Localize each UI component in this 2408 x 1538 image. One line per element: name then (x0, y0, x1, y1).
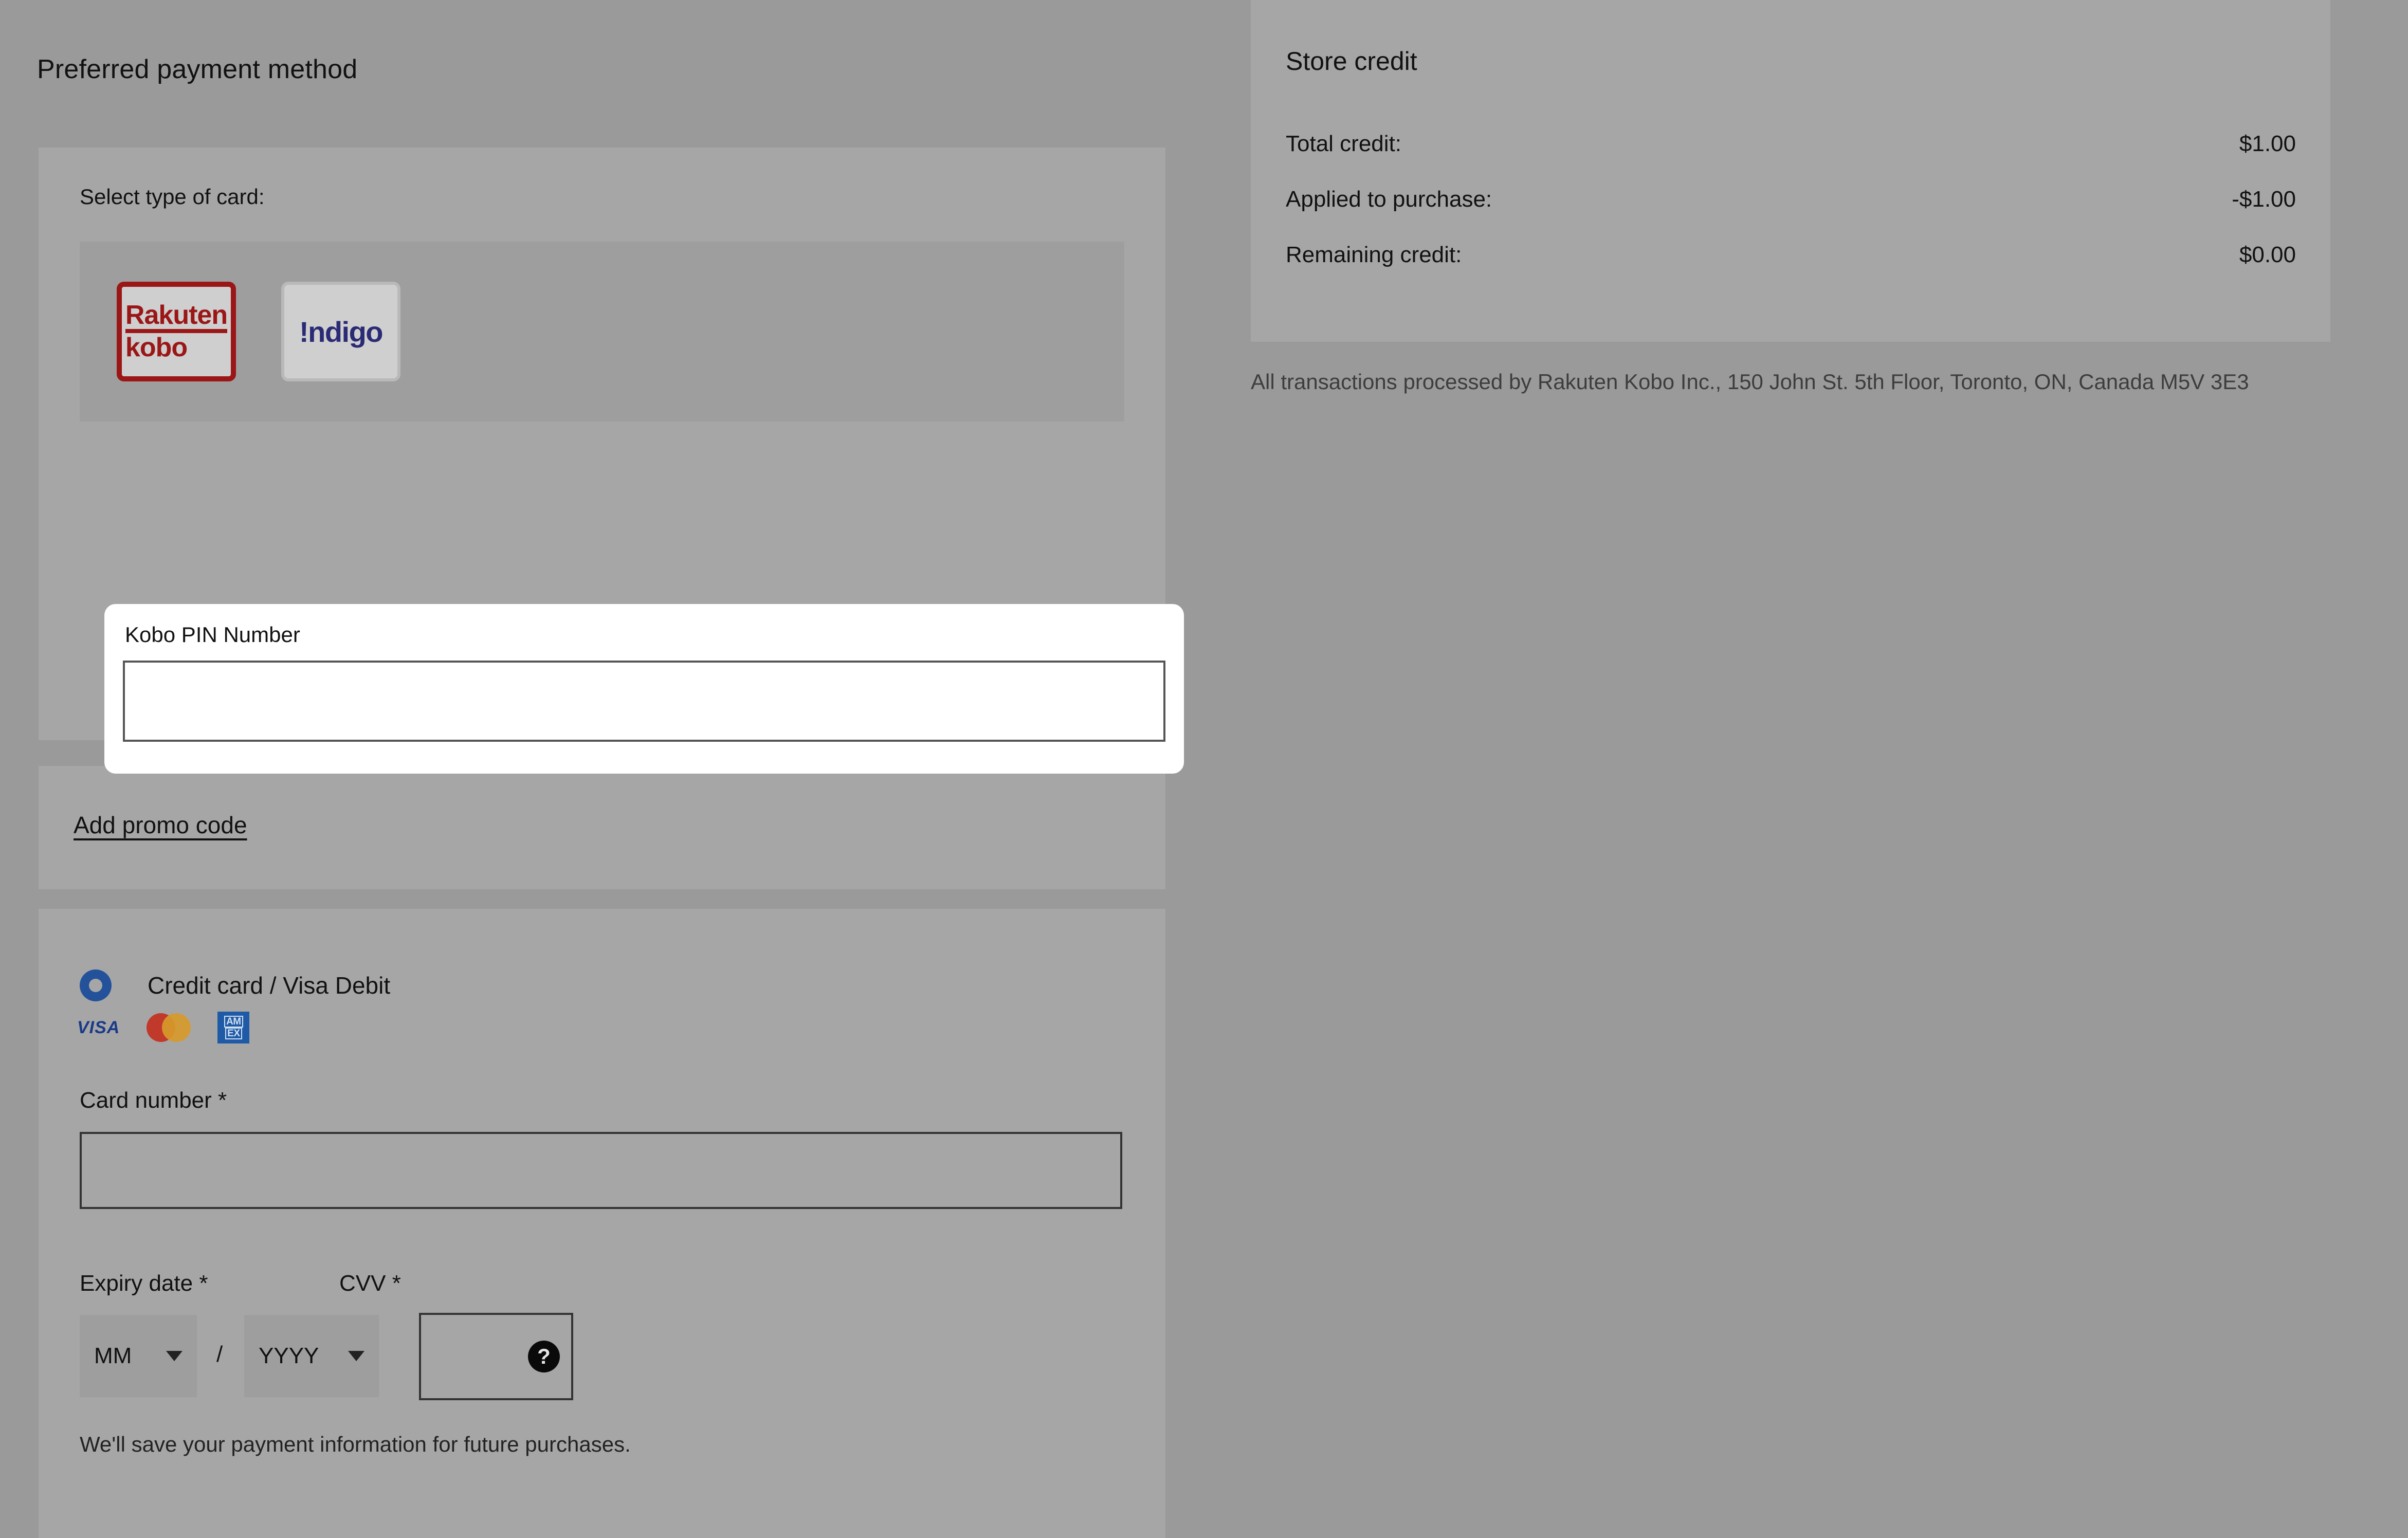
amex-icon-line2: EX (225, 1028, 242, 1039)
card-number-label: Card number * (80, 1088, 227, 1113)
expiry-date-label: Expiry date * (80, 1271, 208, 1296)
expiry-year-select[interactable]: YYYY (244, 1315, 379, 1397)
rakuten-kobo-logo-line2: kobo (125, 333, 188, 362)
expiry-year-value: YYYY (259, 1343, 319, 1368)
credit-card-radio-label: Credit card / Visa Debit (148, 972, 391, 999)
store-credit-row: Total credit: $1.00 (1286, 131, 2296, 157)
credit-card-radio-icon[interactable] (80, 969, 112, 1001)
amex-icon: AM EX (217, 1012, 250, 1043)
promo-code-panel: Add promo code (39, 766, 1165, 889)
page-title: Preferred payment method (37, 54, 358, 84)
store-credit-row-label: Total credit: (1286, 131, 1401, 156)
kobo-pin-label: Kobo PIN Number (125, 622, 300, 647)
rakuten-kobo-logo-line1: Rakuten (125, 301, 228, 333)
visa-icon: VISA (77, 1017, 120, 1037)
add-promo-code-link[interactable]: Add promo code (74, 811, 247, 839)
select-card-type-label: Select type of card: (80, 185, 265, 209)
payment-method-column: Preferred payment method Select type of … (0, 0, 1184, 1538)
expiry-month-value: MM (94, 1343, 132, 1368)
amex-icon-line1: AM (224, 1016, 243, 1028)
store-credit-panel: Store credit Total credit: $1.00 Applied… (1251, 0, 2330, 342)
store-credit-row-value: -$1.00 (2232, 187, 2296, 212)
store-credit-row: Applied to purchase: -$1.00 (1286, 187, 2296, 212)
expiry-month-select[interactable]: MM (80, 1315, 197, 1397)
kobo-pin-input[interactable] (123, 661, 1165, 742)
credit-card-panel: Credit card / Visa Debit Card number * E… (39, 909, 1165, 1538)
card-type-option-indigo[interactable]: !ndigo (281, 282, 400, 381)
card-type-options: Rakuten kobo !ndigo (80, 242, 1124, 422)
help-icon[interactable]: ? (528, 1341, 560, 1372)
chevron-down-icon (166, 1351, 183, 1361)
checkout-payment-page: Preferred payment method Select type of … (0, 0, 2408, 1538)
store-credit-row-label: Remaining credit: (1286, 242, 1462, 267)
save-payment-note: We'll save your payment information for … (80, 1432, 631, 1456)
card-type-option-rakuten-kobo[interactable]: Rakuten kobo (117, 282, 236, 381)
store-credit-row-value: $1.00 (2239, 131, 2296, 156)
transaction-disclaimer: All transactions processed by Rakuten Ko… (1251, 370, 2249, 394)
cvv-label: CVV * (339, 1271, 401, 1296)
rakuten-kobo-logo: Rakuten kobo (125, 301, 228, 362)
store-credit-title: Store credit (1286, 47, 1417, 76)
kobo-pin-field-group: Kobo PIN Number (104, 604, 1184, 774)
credit-card-radio-row[interactable]: Credit card / Visa Debit (80, 969, 390, 1001)
store-credit-row-label: Applied to purchase: (1286, 187, 1492, 212)
card-type-panel: Select type of card: Rakuten kobo !ndigo… (39, 148, 1184, 847)
store-credit-row: Remaining credit: $0.00 (1286, 242, 2296, 268)
chevron-down-icon (348, 1351, 364, 1361)
cvv-input[interactable]: ? (419, 1313, 573, 1400)
expiry-separator: / (216, 1342, 223, 1367)
mastercard-icon (147, 1013, 191, 1042)
card-number-input[interactable] (80, 1132, 1122, 1209)
accepted-card-brands: VISA AM EX (77, 1012, 250, 1043)
store-credit-row-value: $0.00 (2239, 242, 2296, 267)
indigo-logo: !ndigo (299, 315, 384, 348)
